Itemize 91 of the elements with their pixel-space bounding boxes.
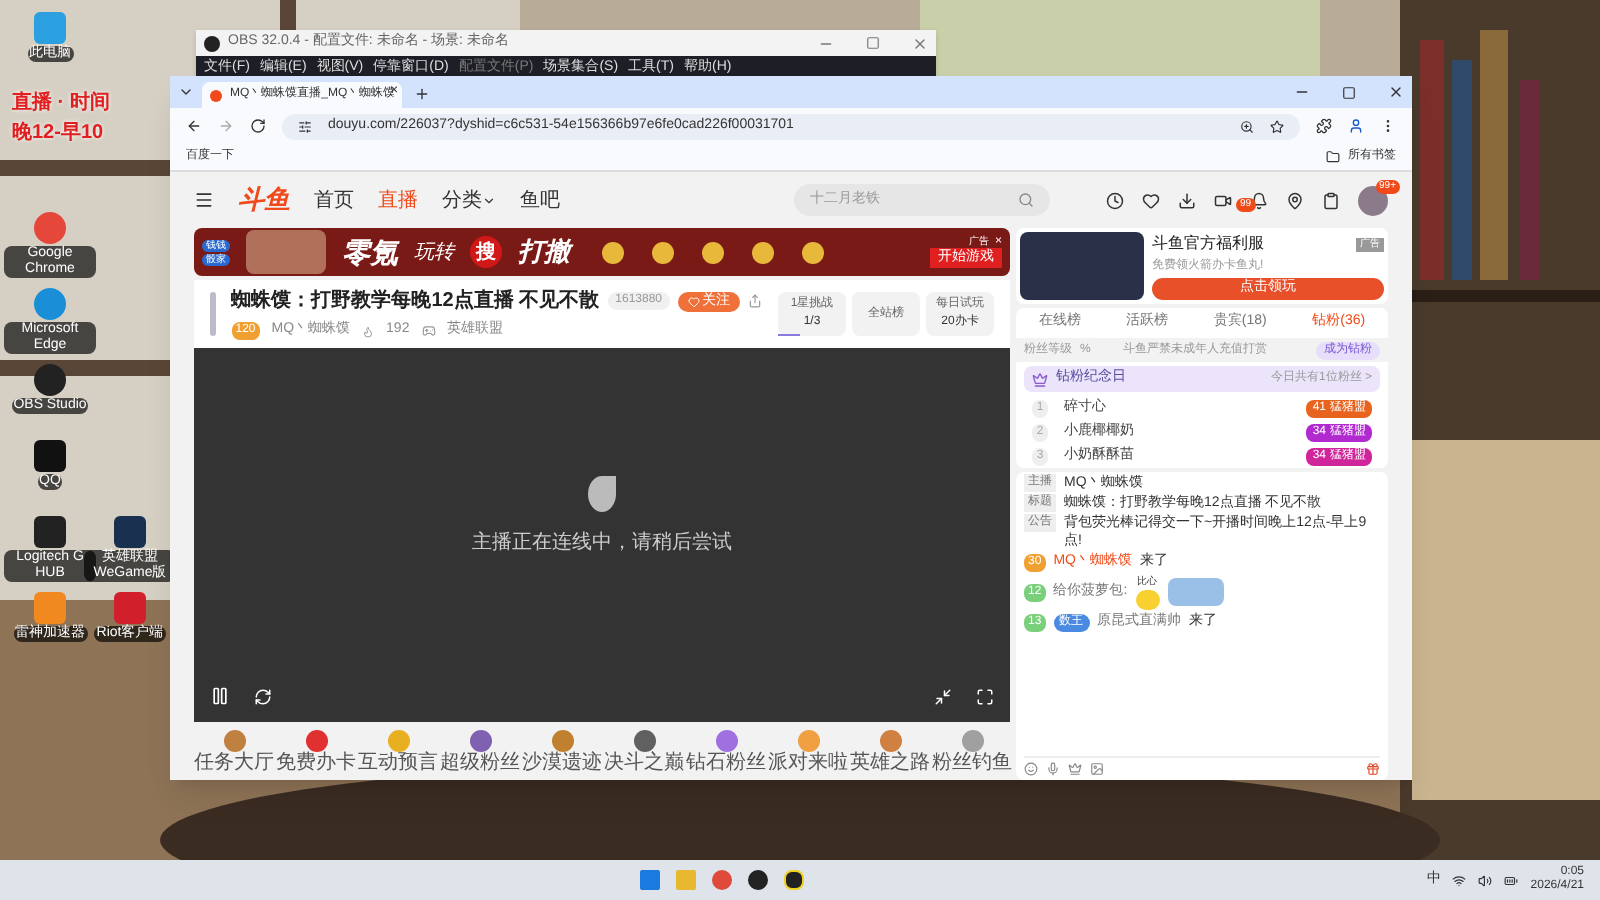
history-icon[interactable] [1106, 191, 1124, 209]
ad-title: 斗鱼官方福利服 [1152, 232, 1264, 257]
app-icon[interactable] [114, 516, 146, 548]
crown-icon[interactable] [1068, 762, 1082, 776]
stream-title: 蜘蛛馍：打野教学每晚12点直播 不见不散 [231, 287, 600, 317]
gift-icon [469, 729, 491, 751]
extensions-icon[interactable] [1316, 118, 1332, 134]
crown-icon [1032, 371, 1048, 387]
app-icon[interactable] [34, 516, 66, 548]
close-icon[interactable] [1388, 84, 1404, 100]
shrink-icon[interactable] [934, 687, 952, 705]
pin-icon[interactable] [1286, 191, 1304, 209]
gift-item[interactable]: 钻石粉丝 [686, 729, 766, 773]
gift-item[interactable]: 超级粉丝 [440, 729, 520, 773]
reload-icon[interactable] [250, 118, 266, 134]
prize-icon [802, 241, 824, 263]
gift-icon [387, 729, 409, 751]
volume-icon[interactable] [1478, 873, 1493, 887]
banner-emblem: 搜 [470, 236, 502, 268]
prize-icon [752, 241, 774, 263]
nav-link[interactable]: 鱼吧 [520, 185, 560, 215]
share-icon[interactable] [748, 294, 762, 309]
gift-icon [633, 729, 655, 751]
gift-icon [797, 729, 819, 751]
gift-item[interactable]: 互动预言 [358, 729, 438, 773]
clipboard-icon[interactable] [1322, 191, 1340, 209]
nav-link[interactable]: 首页 [314, 185, 354, 215]
stream-status: 主播正在连线中，请稍后尝试 [472, 529, 732, 558]
favicon-icon [210, 89, 222, 101]
gift-icon [305, 729, 327, 751]
gift-icon[interactable] [1366, 762, 1380, 776]
app-icon[interactable] [783, 870, 804, 890]
overlay-text: 直播 · 时间 [12, 89, 110, 118]
voice-icon[interactable] [1046, 762, 1060, 776]
banner-subtitle: 玩转 [414, 239, 454, 267]
back-icon[interactable] [186, 118, 202, 134]
browser-icon[interactable] [711, 870, 732, 890]
gift-item[interactable]: 粉丝钓鱼 [932, 729, 1012, 773]
prize-icon [602, 241, 624, 263]
new-tab-icon[interactable] [414, 86, 431, 102]
menu-icon[interactable] [194, 190, 214, 210]
avatar[interactable] [1358, 185, 1388, 215]
app-logo-icon [204, 35, 220, 51]
maximize-icon[interactable] [1342, 86, 1356, 100]
loading-icon [588, 476, 616, 512]
gift-icon [223, 729, 245, 751]
folder-icon [1326, 150, 1340, 164]
download-icon[interactable] [1178, 191, 1196, 209]
video-icon[interactable] [1214, 191, 1232, 209]
prize-icon [652, 241, 674, 263]
game-thumbnail [1020, 232, 1144, 300]
flame-icon [362, 325, 375, 337]
wifi-icon[interactable] [1452, 873, 1467, 887]
app-icon[interactable] [747, 870, 768, 890]
heart-icon [688, 295, 700, 308]
prize-icon [702, 241, 724, 263]
start-icon[interactable] [639, 870, 660, 890]
gift-icon [879, 729, 901, 751]
search-icon[interactable] [1018, 192, 1034, 208]
fullscreen-icon[interactable] [976, 687, 994, 705]
bell-icon[interactable] [1250, 191, 1268, 209]
image-icon[interactable] [1090, 762, 1104, 776]
gift-item[interactable]: 任务大厅 [194, 729, 274, 773]
app-icon[interactable] [34, 440, 66, 472]
bookmark-star-icon[interactable] [1270, 119, 1284, 133]
refresh-icon[interactable] [254, 687, 272, 705]
emoji-sticker [1135, 590, 1160, 610]
anime-sticker [1167, 578, 1224, 607]
maximize-icon[interactable] [866, 36, 880, 50]
heart-icon[interactable] [1142, 191, 1160, 209]
gift-item[interactable]: 免费办卡 [276, 729, 356, 773]
nav-link[interactable]: 分类 [442, 185, 496, 215]
gift-item[interactable]: 派对来啦 [768, 729, 848, 773]
gift-item[interactable]: 英雄之路 [850, 729, 930, 773]
site-info-icon [298, 119, 312, 133]
gift-icon [715, 729, 737, 751]
pause-icon[interactable] [210, 686, 230, 706]
battery-icon[interactable] [1504, 873, 1519, 887]
zoom-icon[interactable] [1240, 119, 1254, 133]
tab-list-icon[interactable] [178, 84, 194, 100]
figure-icon [246, 230, 326, 274]
gift-item[interactable]: 决斗之巅 [604, 729, 684, 773]
profile-icon[interactable] [1348, 118, 1364, 134]
overlay-text: 晚12-早10 [12, 119, 106, 148]
gamepad-icon [421, 324, 436, 338]
banner-headline: 打撤 [518, 234, 570, 271]
banner-headline: 零氪 [342, 233, 398, 271]
gift-icon [551, 729, 573, 751]
gift-icon [961, 729, 983, 751]
gift-item[interactable]: 沙漠遗迹 [522, 729, 602, 773]
emoji-icon[interactable] [1024, 762, 1038, 776]
